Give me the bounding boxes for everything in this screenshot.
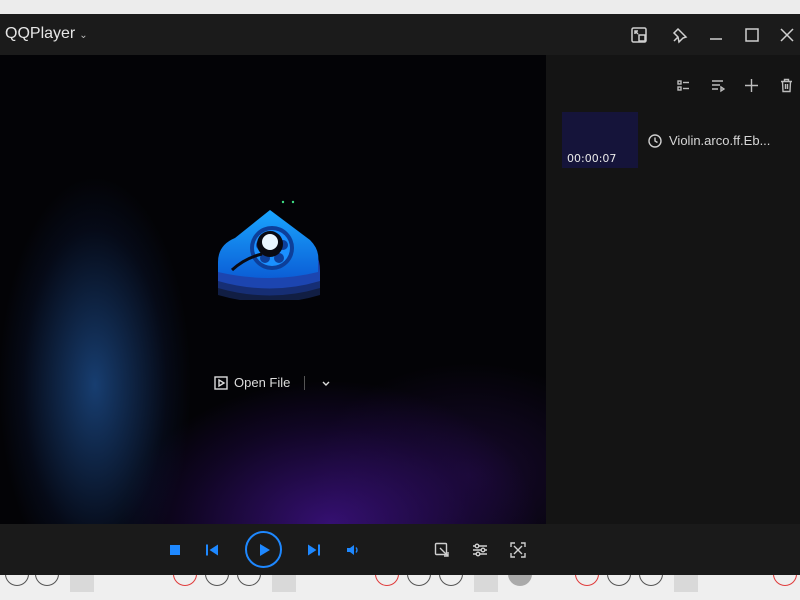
volume-icon — [347, 545, 358, 555]
separator — [304, 375, 306, 390]
fullscreen-icon — [510, 542, 526, 558]
background-block — [474, 572, 498, 592]
open-file-label[interactable]: Open File — [234, 375, 290, 390]
app-menu-button[interactable]: QQPlayer ⌄ — [5, 25, 88, 43]
maximize-icon — [745, 28, 759, 42]
settings-icon — [473, 543, 487, 557]
list-view-button[interactable] — [672, 74, 694, 96]
mini-mode-icon — [631, 27, 647, 43]
play-icon — [259, 543, 270, 556]
playlist-item[interactable]: 00:00:07 Violin.arco.ff.Eb... — [562, 112, 798, 170]
open-file-control[interactable]: Open File — [214, 375, 333, 390]
previous-button[interactable] — [202, 540, 222, 560]
background-block — [272, 572, 296, 592]
qqplayer-logo — [210, 150, 330, 303]
open-file-icon — [214, 375, 228, 390]
previous-icon — [206, 544, 218, 556]
tools-icon — [434, 542, 449, 557]
play-mode-button[interactable] — [706, 74, 728, 96]
background-block — [70, 572, 94, 592]
playlist-panel: 00:00:07 Violin.arco.ff.Eb... — [546, 55, 800, 524]
video-area[interactable]: Open File — [0, 55, 546, 524]
chevron-down-icon: ⌄ — [79, 29, 88, 41]
settings-button[interactable] — [470, 540, 490, 560]
close-icon — [780, 28, 794, 42]
play-mode-icon — [711, 79, 725, 92]
background-block — [674, 572, 698, 592]
close-button[interactable] — [775, 23, 799, 47]
mini-mode-button[interactable] — [627, 23, 651, 47]
delete-icon — [780, 78, 792, 92]
list-view-icon — [676, 79, 689, 91]
duration-label: 00:00:07 — [567, 152, 617, 165]
pin-button[interactable] — [668, 23, 692, 47]
tools-button[interactable] — [432, 540, 452, 560]
file-name: Violin.arco.ff.Eb... — [669, 133, 771, 148]
app-title: QQPlayer — [5, 25, 76, 42]
maximize-button[interactable] — [740, 23, 764, 47]
minimize-icon — [710, 38, 722, 40]
video-thumbnail: 00:00:07 — [562, 112, 638, 168]
player-window: QQPlayer ⌄ Open File 00:00:07 Violin.arc… — [0, 14, 800, 575]
volume-button[interactable] — [343, 540, 363, 560]
chevron-down-icon[interactable] — [319, 376, 333, 390]
add-button[interactable] — [740, 74, 762, 96]
stop-button[interactable] — [165, 540, 185, 560]
pin-icon — [672, 27, 688, 44]
background-app-top — [0, 0, 800, 14]
fullscreen-button[interactable] — [508, 540, 528, 560]
title-bar[interactable]: QQPlayer ⌄ — [0, 14, 800, 55]
minimize-button[interactable] — [704, 23, 728, 47]
next-icon — [308, 544, 320, 556]
next-button[interactable] — [304, 540, 324, 560]
delete-button[interactable] — [775, 74, 797, 96]
control-bar — [0, 524, 800, 575]
play-button[interactable] — [245, 531, 282, 568]
stop-icon — [170, 545, 180, 555]
clock-icon — [648, 133, 662, 148]
add-icon — [744, 78, 758, 92]
